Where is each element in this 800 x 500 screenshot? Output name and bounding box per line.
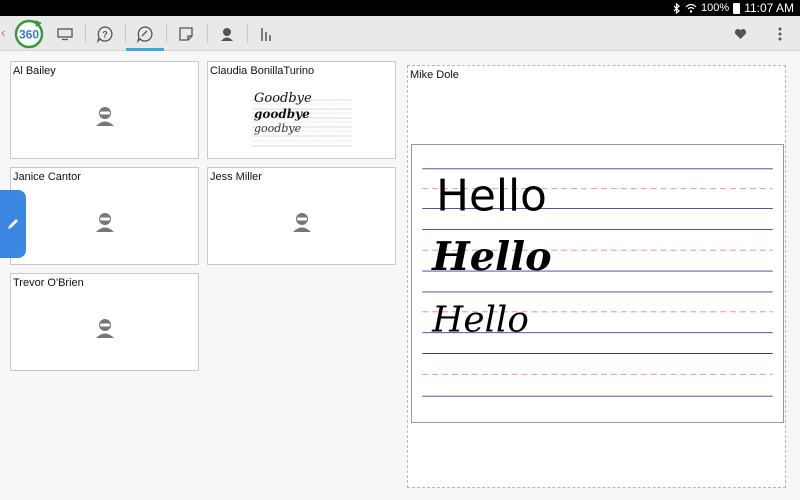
battery-percent: 100% — [701, 2, 730, 14]
heart-icon — [734, 28, 746, 39]
pencil-icon — [8, 219, 18, 229]
student-name: Al Bailey — [13, 65, 56, 77]
student-avatar-icon — [95, 319, 114, 338]
work-line: goodbye — [254, 122, 302, 135]
status-bar: 100% 11:07 AM — [0, 0, 800, 16]
student-icon — [221, 27, 233, 41]
student-avatar-icon — [292, 213, 311, 232]
student-card[interactable]: Trevor O'Brien — [10, 273, 199, 371]
student-work-thumbnail: Goodbye goodbye goodbye — [252, 91, 352, 147]
work-line: Goodbye — [254, 91, 312, 106]
screen-button[interactable] — [46, 16, 84, 51]
work-line: Hello — [431, 300, 529, 341]
bar-chart-icon — [261, 27, 271, 41]
overflow-menu-icon — [778, 27, 782, 40]
student-name: Claudia BonillaTurino — [210, 65, 315, 77]
screen-icon — [57, 27, 73, 40]
chevron-left-icon[interactable]: ‹ — [1, 24, 11, 42]
answer-button[interactable] — [126, 16, 164, 51]
student-avatar-icon — [95, 107, 114, 126]
svg-text:?: ? — [102, 29, 108, 39]
student-name: Janice Cantor — [13, 171, 81, 183]
battery-icon — [733, 2, 741, 14]
wifi-icon — [685, 3, 697, 13]
favorite-button[interactable] — [721, 16, 759, 51]
note-button[interactable] — [167, 16, 205, 51]
work-line: Hello — [431, 234, 551, 280]
toolbar: ‹ 360 ? — [0, 16, 800, 51]
student-card[interactable]: Claudia BonillaTurino Goodbye goodbye go… — [207, 61, 396, 159]
answer-bubble-icon — [136, 25, 153, 43]
student-name: Jess Miller — [210, 171, 262, 183]
reports-button[interactable] — [248, 16, 286, 51]
app-logo[interactable]: 360 — [13, 17, 45, 49]
student-card[interactable]: Jess Miller — [207, 167, 396, 265]
main-content: Al Bailey Claudia BonillaTurino Goodbye … — [0, 51, 800, 500]
selected-student-name: Mike Dole — [410, 69, 459, 81]
work-line: Hello — [436, 171, 547, 222]
student-avatar-icon — [95, 213, 114, 232]
bluetooth-icon — [673, 2, 680, 14]
student-work-canvas[interactable]: Hello Hello Hello — [411, 144, 784, 423]
student-button[interactable] — [208, 16, 246, 51]
student-name: Trevor O'Brien — [13, 277, 84, 289]
note-icon — [179, 26, 193, 41]
student-card[interactable]: Janice Cantor — [10, 167, 199, 265]
logo-text: 360 — [19, 28, 39, 42]
question-bubble-icon: ? — [96, 25, 113, 43]
work-line: goodbye — [254, 107, 310, 121]
selected-student-card[interactable]: Mike Dole Hello Hello Hello — [407, 65, 786, 488]
clock: 11:07 AM — [744, 1, 794, 15]
status-bar-right: 100% 11:07 AM — [673, 1, 794, 15]
edit-drawer-tab[interactable] — [0, 190, 26, 258]
overflow-menu-button[interactable] — [761, 16, 799, 51]
student-card[interactable]: Al Bailey — [10, 61, 199, 159]
question-button[interactable]: ? — [86, 16, 124, 51]
